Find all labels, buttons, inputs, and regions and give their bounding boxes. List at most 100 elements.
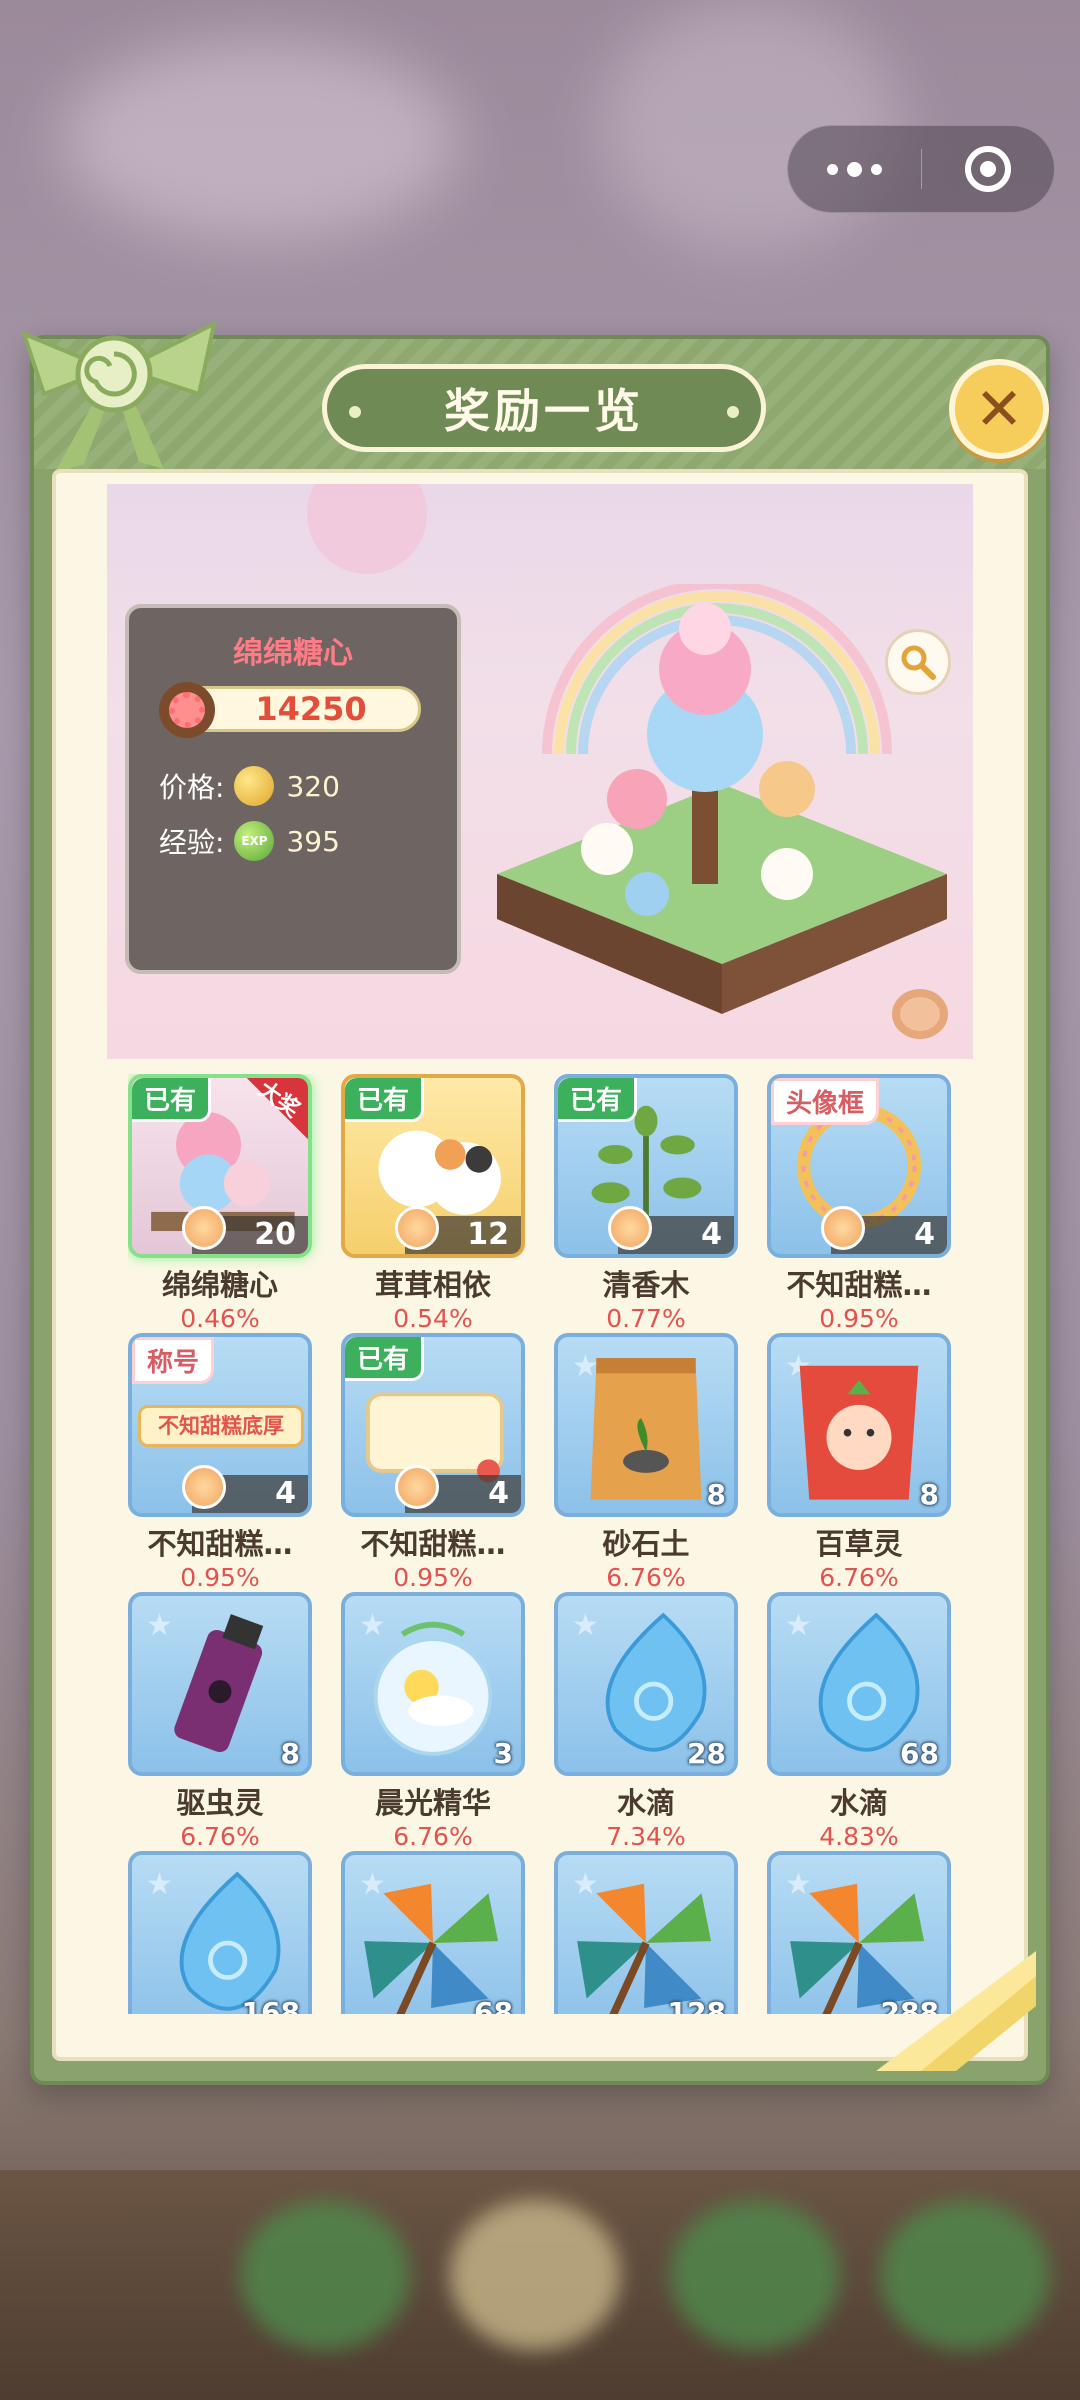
- reward-tile[interactable]: ★ 68: [767, 1592, 951, 1776]
- reward-name: 百草灵: [815, 1527, 903, 1561]
- exp-icon: EXP: [234, 821, 275, 861]
- reward-name: 清香木: [602, 1268, 690, 1302]
- reward-rate: 0.95%: [180, 1563, 260, 1592]
- close-icon: ✕: [974, 375, 1024, 443]
- reward-name: 茸茸相依: [374, 1268, 491, 1302]
- shovel-icon: [182, 1206, 226, 1250]
- panel-title: 奖励一览: [322, 364, 766, 452]
- reward-item[interactable]: ★ 28 水滴 7.34%: [554, 1592, 744, 1851]
- reward-tile[interactable]: ★ 28: [554, 1592, 738, 1776]
- reward-item[interactable]: ★ 8 砂石土 6.76%: [554, 1333, 744, 1592]
- reward-quantity: 8: [919, 1478, 939, 1511]
- reward-grid: ★大奖已有20绵绵糖心0.46%★已有12茸茸相依0.54%★已有4清香木0.7…: [128, 1074, 988, 2014]
- reward-tile[interactable]: ★大奖已有20: [128, 1074, 312, 1258]
- background-tab: [240, 2200, 410, 2350]
- reward-item[interactable]: ★ 3 晨光精华 6.76%: [341, 1592, 531, 1851]
- reward-quantity: 8: [280, 1737, 300, 1770]
- reward-tile[interactable]: ★ 128: [554, 1851, 738, 2014]
- ribbon-corner-icon: [876, 1951, 1036, 2071]
- reward-tile[interactable]: ★ 3: [341, 1592, 525, 1776]
- reward-quantity: 4: [821, 1206, 947, 1254]
- reward-quantity: 3: [493, 1737, 513, 1770]
- shovel-icon: [395, 1206, 439, 1250]
- more-dots-icon[interactable]: [788, 161, 921, 177]
- price-row: 价格: 320: [159, 766, 340, 806]
- reward-rate: 6.76%: [606, 1563, 686, 1592]
- exp-value: 395: [286, 824, 340, 858]
- reward-item[interactable]: ★ 68: [341, 1851, 531, 2014]
- reward-item[interactable]: ★已有4清香木0.77%: [554, 1074, 744, 1333]
- reward-quantity: 4: [608, 1206, 734, 1254]
- reward-badge: 已有: [345, 1078, 425, 1122]
- reward-item[interactable]: ★ 68 水滴 4.83%: [767, 1592, 957, 1851]
- reward-tile[interactable]: ★ 8: [767, 1333, 951, 1517]
- reward-name: 水滴: [829, 1786, 888, 1820]
- featured-showcase: 绵绵糖心 14250 价格: 320 经验: EXP 395: [107, 484, 973, 1059]
- ribbon-bow-icon: [20, 320, 217, 474]
- background-tab: [670, 2200, 840, 2350]
- reward-badge: 称号: [132, 1337, 215, 1384]
- reward-tile[interactable]: ★不知甜糕底厚称号4: [128, 1333, 312, 1517]
- reward-badge: 头像框: [771, 1078, 880, 1125]
- reward-art-icon: [364, 1883, 499, 2014]
- reward-rate: 6.76%: [819, 1563, 899, 1592]
- reward-rate: 0.95%: [393, 1563, 473, 1592]
- reward-item[interactable]: ★ 8 驱虫灵 6.76%: [128, 1592, 318, 1851]
- reward-quantity: 128: [667, 1996, 726, 2014]
- target-close-icon[interactable]: [921, 146, 1054, 192]
- reward-quantity: 68: [474, 1996, 513, 2014]
- reward-item[interactable]: ★已有12茸茸相依0.54%: [341, 1074, 531, 1333]
- reward-quantity: 12: [395, 1206, 521, 1254]
- reward-rate: 6.76%: [393, 1822, 473, 1851]
- close-button[interactable]: ✕: [949, 359, 1049, 459]
- exp-row: 经验: EXP 395: [159, 821, 340, 861]
- reward-art-icon: [577, 1883, 712, 2014]
- reward-name: 砂石土: [602, 1527, 690, 1561]
- reward-quantity: 68: [900, 1737, 939, 1770]
- reward-quantity: 8: [706, 1478, 726, 1511]
- reward-rate: 0.77%: [606, 1304, 686, 1333]
- reward-item[interactable]: ★大奖已有20 绵绵糖心0.46%: [128, 1074, 318, 1333]
- reward-tile[interactable]: ★头像框4: [767, 1074, 951, 1258]
- shovel-icon: [821, 1206, 865, 1250]
- exp-label: 经验:: [159, 826, 225, 859]
- reward-tile[interactable]: ★已有4: [554, 1074, 738, 1258]
- reward-item[interactable]: ★ 168: [128, 1851, 318, 2014]
- reward-rate: 0.46%: [180, 1304, 260, 1333]
- reward-name: 驱虫灵: [176, 1786, 264, 1820]
- background-bottom-bar: [0, 2170, 1080, 2400]
- reward-name: 绵绵糖心: [161, 1268, 278, 1302]
- reward-badge: 已有: [558, 1078, 638, 1122]
- reward-item[interactable]: ★已有4 不知甜糕…0.95%: [341, 1333, 531, 1592]
- reward-art-icon: [179, 1871, 281, 2011]
- reward-rate: 6.76%: [180, 1822, 260, 1851]
- background-tab: [450, 2200, 620, 2350]
- balloon-icon: [307, 484, 427, 574]
- coin-icon: [234, 766, 275, 806]
- reward-quantity: 168: [241, 1996, 300, 2014]
- reward-tile[interactable]: ★ 8: [554, 1333, 738, 1517]
- reward-item[interactable]: ★ 128: [554, 1851, 744, 2014]
- reward-tile[interactable]: ★已有4: [341, 1333, 525, 1517]
- shovel-icon: [182, 1465, 226, 1509]
- reward-tile[interactable]: ★ 168: [128, 1851, 312, 2014]
- reward-quantity: 4: [395, 1465, 521, 1513]
- reward-name: 不知甜糕…: [786, 1268, 932, 1302]
- featured-info-card: 绵绵糖心 14250 价格: 320 经验: EXP 395: [125, 604, 461, 974]
- reward-tile[interactable]: ★ 68: [341, 1851, 525, 2014]
- reward-item[interactable]: ★ 8 百草灵 6.76%: [767, 1333, 957, 1592]
- price-value: 320: [286, 769, 340, 803]
- reward-rate: 4.83%: [819, 1822, 899, 1851]
- reward-name: 不知甜糕…: [360, 1527, 506, 1561]
- reward-item[interactable]: ★不知甜糕底厚称号4不知甜糕…0.95%: [128, 1333, 318, 1592]
- background-tab: [880, 2200, 1050, 2350]
- reward-tile[interactable]: ★已有12: [341, 1074, 525, 1258]
- reward-quantity: 4: [182, 1465, 308, 1513]
- cake-garden-illustration: [497, 584, 947, 1014]
- reward-tile[interactable]: ★ 8: [128, 1592, 312, 1776]
- reward-quantity: 28: [687, 1737, 726, 1770]
- reward-item[interactable]: ★头像框4不知甜糕…0.95%: [767, 1074, 957, 1333]
- reward-rate: 0.95%: [819, 1304, 899, 1333]
- reward-rate: 0.54%: [393, 1304, 473, 1333]
- flower-icon: [159, 682, 215, 738]
